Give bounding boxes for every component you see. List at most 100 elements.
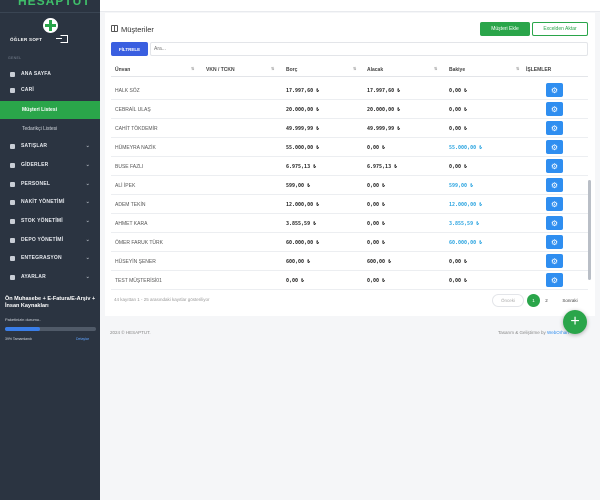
app-logo[interactable]: HESAPTUT	[18, 0, 91, 8]
chevron-down-icon: ⌄	[85, 237, 90, 243]
row-actions-button[interactable]: ⚙	[546, 102, 563, 116]
debt-value: 600,00 ₺	[286, 259, 311, 265]
sort-icon[interactable]: ⇅	[353, 66, 356, 71]
column-header-alacak[interactable]: Alacak	[367, 67, 383, 73]
add-customer-button[interactable]: Müşteri Ekle	[480, 22, 530, 36]
gear-icon: ⚙	[550, 123, 559, 133]
chevron-down-icon: ⌄	[85, 274, 90, 280]
sidebar-item-1[interactable]: CARİ	[0, 83, 100, 97]
sidebar-item-2[interactable]: SATIŞLAR ⌄	[0, 139, 100, 153]
sort-icon[interactable]: ⇅	[191, 66, 194, 71]
credit-link[interactable]: WebOrhan	[547, 330, 569, 335]
row-actions-button[interactable]: ⚙	[546, 235, 563, 249]
row-actions-button[interactable]: ⚙	[546, 254, 563, 268]
row-actions-button[interactable]: ⚙	[546, 83, 563, 97]
row-actions-button[interactable]: ⚙	[546, 197, 563, 211]
column-header-actions: İŞLEMLER	[526, 67, 552, 73]
row-actions-button[interactable]: ⚙	[546, 178, 563, 192]
credit-value: 0,00 ₺	[367, 145, 386, 151]
debt-value: 6.975,13 ₺	[286, 164, 317, 170]
package-progress-text: 39% Tamamlandı	[5, 337, 32, 341]
table-row[interactable]: HALK SÖZ 17.997,60 ₺ 17.997,60 ₺ 0,00 ₺ ⚙	[111, 81, 588, 100]
table-row[interactable]: HÜMEYRA NAZİK 55.000,00 ₺ 0,00 ₺ 55.000,00 …	[111, 138, 588, 157]
customer-name[interactable]: HÜSEYİN ŞENER	[115, 259, 156, 265]
pagination-prev[interactable]: Önceki	[492, 294, 524, 307]
logo-divider	[0, 12, 100, 13]
column-header-borc[interactable]: Borç	[286, 67, 297, 73]
sidebar-item-0[interactable]: ANA SAYFA	[0, 67, 100, 81]
credit-value: 0,00 ₺	[367, 202, 386, 208]
chevron-down-icon: ⌄	[85, 218, 90, 224]
pagination-next[interactable]: Sonraki	[555, 294, 585, 307]
sidebar-item-label: SATIŞLAR	[21, 143, 48, 149]
table-row[interactable]: AHMET KARA 3.855,59 ₺ 0,00 ₺ 3.855,59 ₺ ⚙	[111, 214, 588, 233]
pagination-page-1[interactable]: 1	[527, 294, 540, 307]
pagination-page-2[interactable]: 2	[541, 294, 552, 307]
credit-value: 17.997,60 ₺	[367, 88, 401, 94]
search-input[interactable]	[150, 42, 588, 56]
credit-value: 600,00 ₺	[367, 259, 392, 265]
sidebar-item-3[interactable]: GİDERLER ⌄	[0, 158, 100, 172]
filter-button[interactable]: FİLTRELE	[111, 42, 148, 56]
customer-name[interactable]: BUSE FAZLI	[115, 164, 143, 170]
column-header-bakiye[interactable]: Bakiye	[449, 67, 465, 73]
gear-icon: ⚙	[550, 237, 559, 247]
debt-value: 60.000,00 ₺	[286, 240, 320, 246]
sidebar-item-6[interactable]: STOK YÖNETİMİ ⌄	[0, 214, 100, 228]
customer-name[interactable]: ALİ İPEK	[115, 183, 135, 189]
table-row[interactable]: CEBRAİL ULAŞ 20.000,00 ₺ 20.000,00 ₺ 0,00 ₺…	[111, 100, 588, 119]
row-actions-button[interactable]: ⚙	[546, 121, 563, 135]
sidebar-subitem-0[interactable]: Müşteri Listesi	[0, 101, 100, 119]
balance-value: 0,00 ₺	[449, 278, 468, 284]
row-actions-button[interactable]: ⚙	[546, 273, 563, 287]
sort-icon[interactable]: ⇅	[434, 66, 437, 71]
sidebar-item-9[interactable]: AYARLAR ⌄	[0, 270, 100, 284]
row-actions-button[interactable]: ⚙	[546, 159, 563, 173]
customer-name[interactable]: CEBRAİL ULAŞ	[115, 107, 151, 113]
row-actions-button[interactable]: ⚙	[546, 216, 563, 230]
sidebar-item-label: AYARLAR	[21, 274, 46, 280]
table-row[interactable]: ÖMER FARUK TÜRK 60.000,00 ₺ 0,00 ₺ 60.000,0…	[111, 233, 588, 252]
table-row[interactable]: ADEM TEKİN 12.000,00 ₺ 0,00 ₺ 12.000,00 ₺ ⚙	[111, 195, 588, 214]
add-customer-label: Müşteri Ekle	[491, 26, 519, 32]
excel-import-button[interactable]: Excelden Aktar	[532, 22, 588, 36]
gear-icon: ⚙	[550, 142, 559, 152]
sidebar-item-4[interactable]: PERSONEL ⌄	[0, 177, 100, 191]
copyright: 2024 © HESAPTUT.	[110, 330, 151, 335]
table-info: 44 kayıttan 1 - 25 arasındaki kayıtlar g…	[114, 297, 210, 302]
sidebar-item-5[interactable]: NAKİT YÖNETİMİ ⌄	[0, 195, 100, 209]
credit-value: 20.000,00 ₺	[367, 107, 401, 113]
plug-icon	[10, 255, 15, 261]
table-row[interactable]: BUSE FAZLI 6.975,13 ₺ 6.975,13 ₺ 0,00 ₺ ⚙	[111, 157, 588, 176]
customer-name[interactable]: ÖMER FARUK TÜRK	[115, 240, 163, 246]
filter-label: FİLTRELE	[118, 46, 141, 52]
column-header-unvan[interactable]: Ünvan	[115, 67, 130, 73]
customer-name[interactable]: HALK SÖZ	[115, 88, 140, 94]
credit-value: 0,00 ₺	[367, 221, 386, 227]
table-row[interactable]: CAHİT TÖKDEMİR 49.999,99 ₺ 49.999,99 ₺ 0,00…	[111, 119, 588, 138]
avatar[interactable]	[43, 18, 58, 33]
package-details-link[interactable]: Detaylar	[76, 337, 89, 341]
sidebar-subitem-1[interactable]: Tedarikçi Listesi	[0, 120, 100, 138]
table-row[interactable]: HÜSEYİN ŞENER 600,00 ₺ 600,00 ₺ 0,00 ₺ ⚙	[111, 252, 588, 271]
table-scrollbar[interactable]	[588, 180, 591, 280]
gear-icon: ⚙	[550, 161, 559, 171]
customer-name[interactable]: ADEM TEKİN	[115, 202, 145, 208]
customer-name[interactable]: HÜMEYRA NAZİK	[115, 145, 156, 151]
table-row[interactable]: ALİ İPEK 599,00 ₺ 0,00 ₺ 599,00 ₺ ⚙	[111, 176, 588, 195]
sidebar-item-7[interactable]: DEPO YÖNETİMİ ⌄	[0, 233, 100, 247]
sort-icon[interactable]: ⇅	[271, 66, 274, 71]
logout-icon[interactable]	[56, 35, 68, 43]
column-header-vkn[interactable]: VKN / TCKN	[206, 67, 235, 73]
credit-value: 49.999,99 ₺	[367, 126, 401, 132]
customer-name[interactable]: TEST MÜŞTERİSİ01	[115, 278, 162, 284]
chevron-down-icon: ⌄	[85, 181, 90, 187]
add-fab-button[interactable]: +	[563, 310, 587, 334]
package-progress-fill	[5, 327, 41, 331]
customer-name[interactable]: AHMET KARA	[115, 221, 147, 227]
sidebar-item-8[interactable]: ENTEGRASYON ⌄	[0, 251, 100, 265]
row-actions-button[interactable]: ⚙	[546, 140, 563, 154]
customer-name[interactable]: CAHİT TÖKDEMİR	[115, 126, 158, 132]
table-row[interactable]: TEST MÜŞTERİSİ01 0,00 ₺ 0,00 ₺ 0,00 ₺ ⚙	[111, 271, 588, 290]
sort-icon[interactable]: ⇅	[516, 66, 519, 71]
